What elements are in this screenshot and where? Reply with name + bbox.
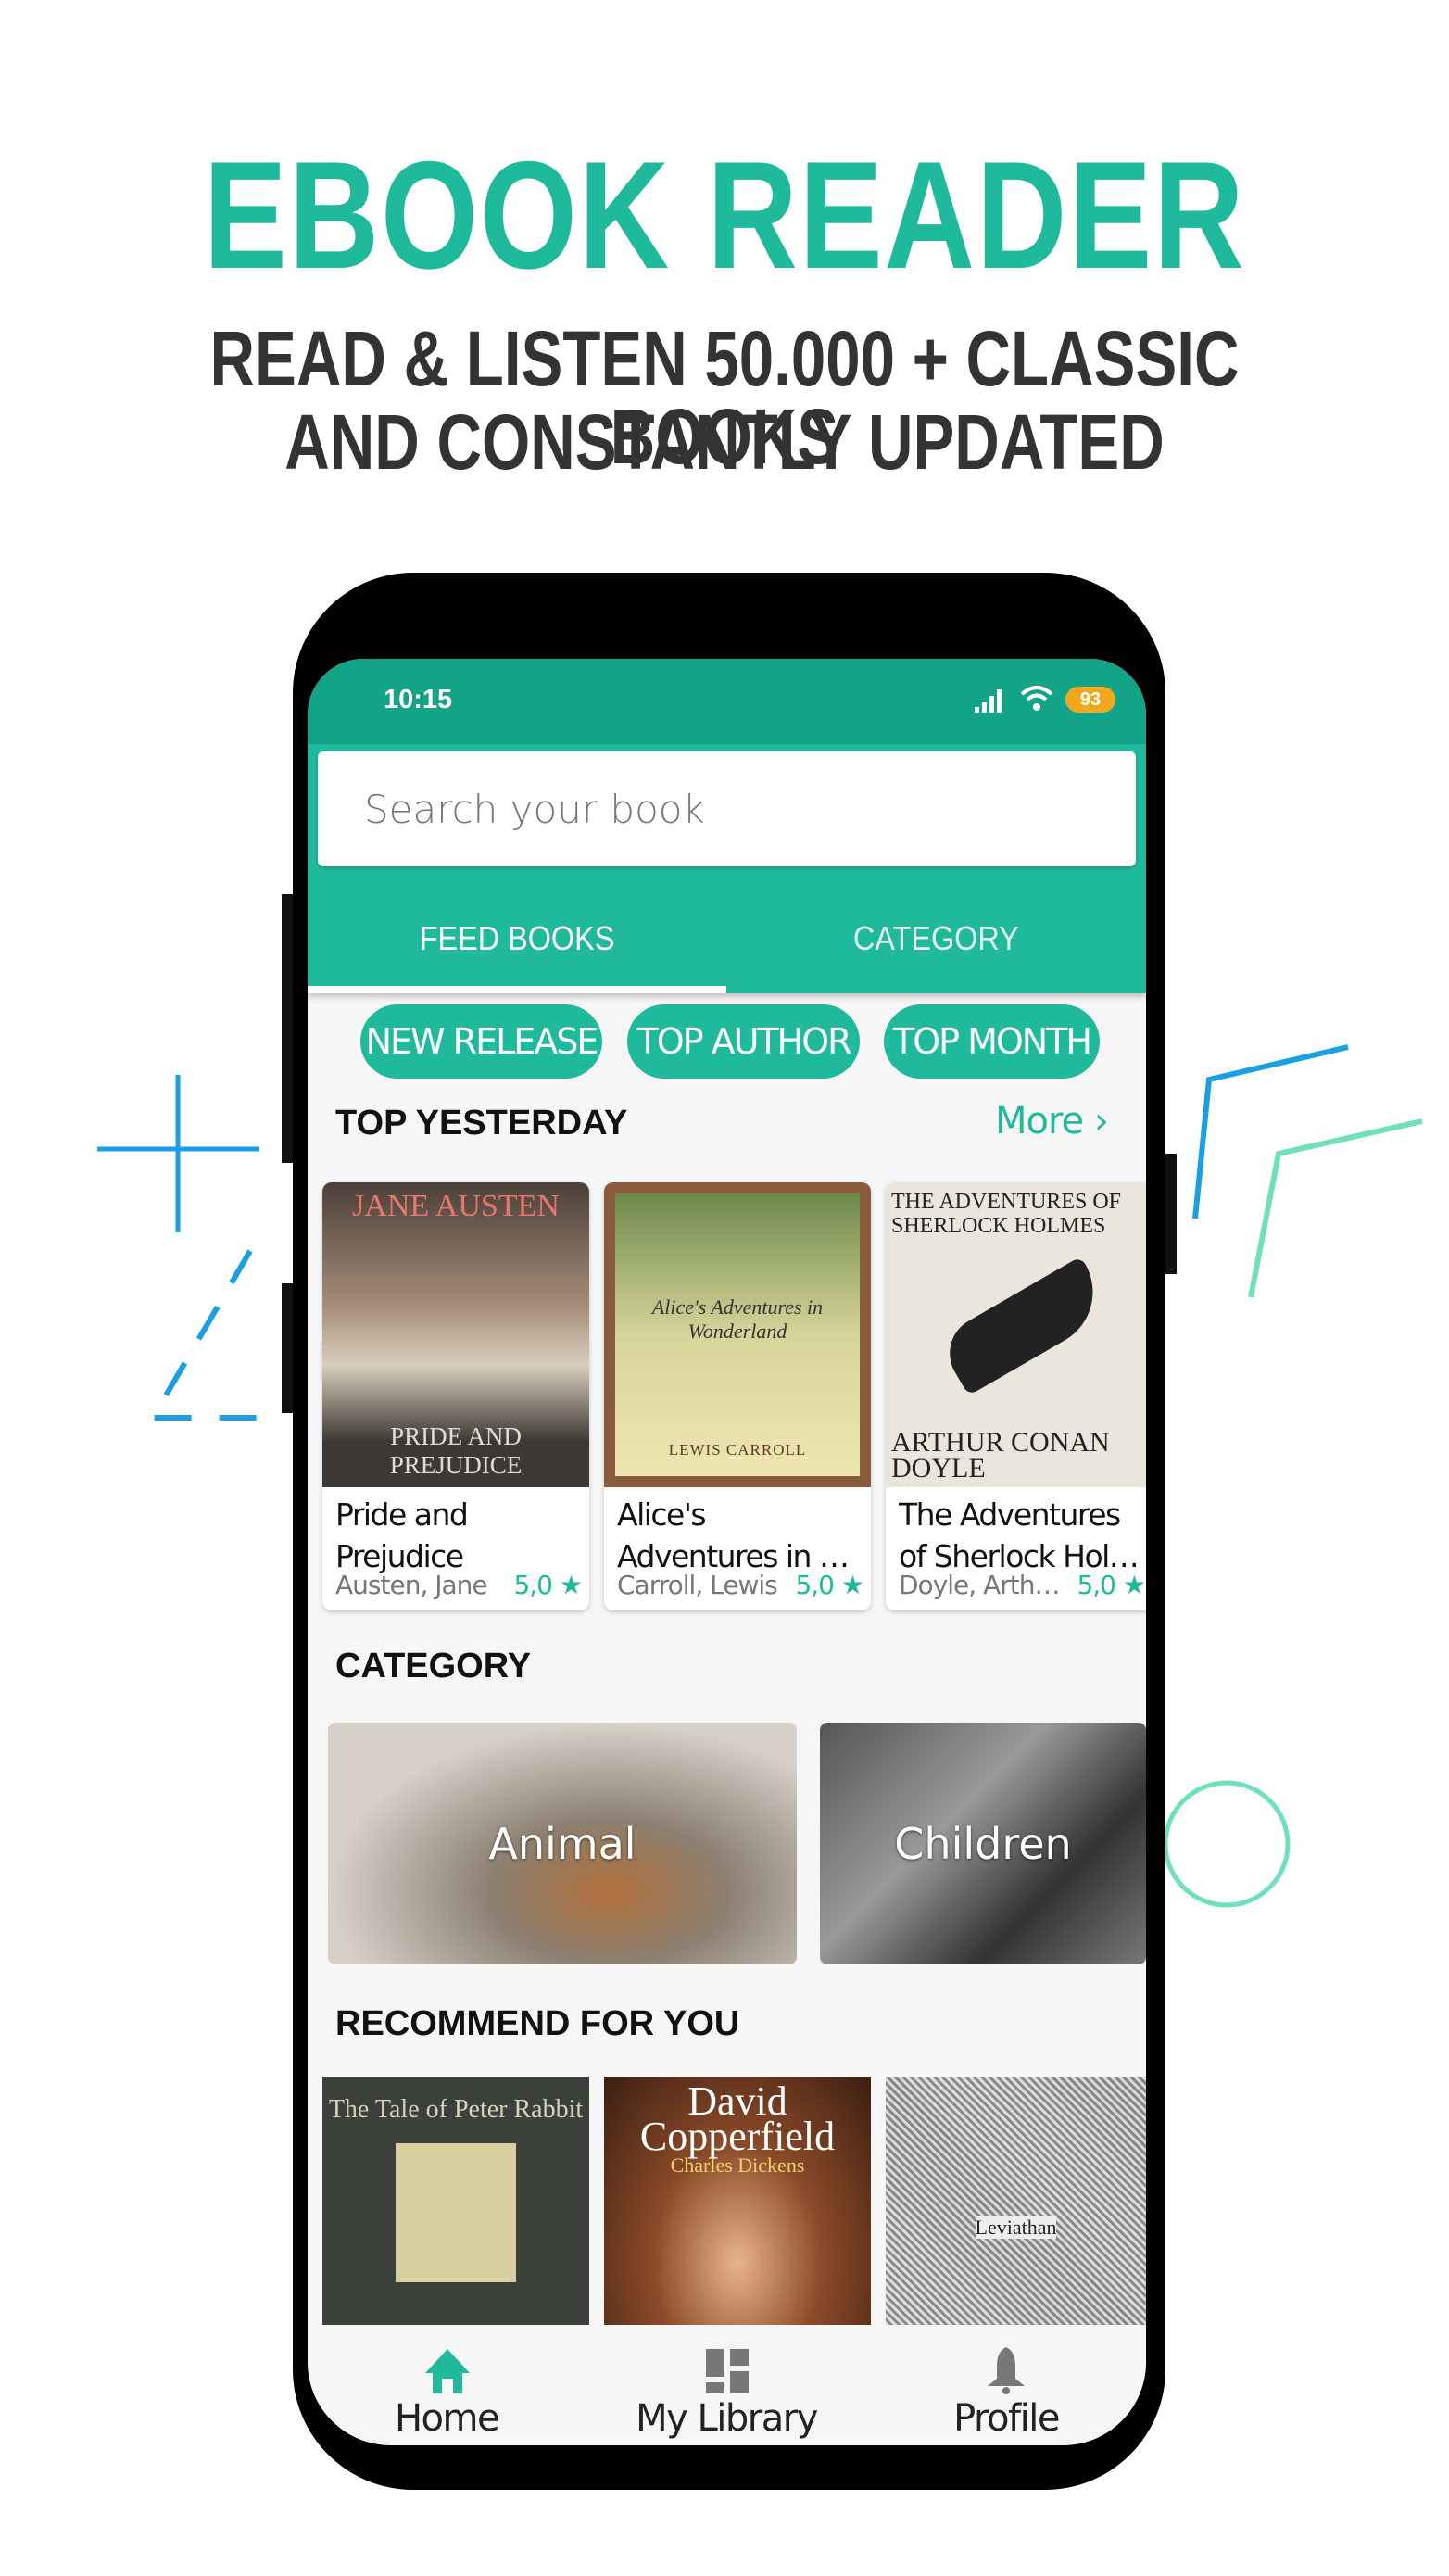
battery-icon: 93 <box>1065 687 1115 713</box>
cover-art: Alice's Adventures in Wonderland LEWIS C… <box>615 1193 860 1476</box>
section-heading-recommend: RECOMMEND FOR YOU <box>335 2004 740 2043</box>
cover-title: Leviathan <box>975 2216 1057 2239</box>
nav-home[interactable]: Home <box>308 2325 586 2445</box>
cover-title: THE ADVENTURES OF SHERLOCK HOLMES <box>891 1190 1122 1238</box>
triangle-decoration-icon <box>147 1249 278 1421</box>
promo-headline: EBOOK READER <box>203 130 1246 300</box>
more-label: More <box>995 1100 1084 1143</box>
book-author: Doyle, Arth… <box>899 1570 1060 1600</box>
line-decoration-icon <box>1248 1118 1423 1298</box>
home-icon <box>425 2349 470 2393</box>
book-card[interactable]: JANE AUSTEN PRIDE AND PREJUDICE Pride an… <box>322 1182 589 1610</box>
recommend-cover[interactable]: Leviathan <box>886 2077 1146 2325</box>
library-icon <box>706 2349 749 2393</box>
recommend-cover[interactable]: The Tale of Peter Rabbit <box>322 2077 589 2325</box>
book-cover: THE ADVENTURES OF SHERLOCK HOLMES ARTHUR… <box>886 1182 1146 1487</box>
app-bar: FEED BOOKS CATEGORY <box>308 744 1146 993</box>
cover-title: The Tale of Peter Rabbit <box>328 2095 584 2124</box>
recommend-cover[interactable]: David Copperfield Charles Dickens <box>604 2077 871 2325</box>
app-screen: 10:15 93 FEED BOOKS CATEGORY NEW RELEASE… <box>308 659 1146 2445</box>
wifi-icon <box>1020 686 1053 711</box>
circle-decoration-icon <box>1163 1780 1291 1908</box>
tab-feed-books[interactable]: FEED BOOKS <box>308 892 726 993</box>
cover-subtitle: PRIDE AND PREJUDICE <box>389 1422 523 1479</box>
side-button <box>282 1283 293 1413</box>
book-rating: 5,0 ★ <box>795 1570 864 1600</box>
status-time: 10:15 <box>384 685 453 714</box>
book-cover: Alice's Adventures in Wonderland LEWIS C… <box>604 1182 871 1487</box>
book-rating: 5,0 ★ <box>1077 1570 1146 1600</box>
bottom-nav: Home My Library Profile <box>308 2325 1146 2445</box>
promo-subtitle-2: AND CONSTANTLY UPDATED <box>284 398 1165 486</box>
cover-subtitle: ARTHUR CONAN DOYLE <box>891 1427 1110 1484</box>
book-title: Pride and Prejudice <box>335 1496 469 1574</box>
nav-my-library[interactable]: My Library <box>587 2325 865 2445</box>
book-title: Alice's Adventures in … <box>617 1496 850 1574</box>
chip-new-release[interactable]: NEW RELEASE <box>360 1004 602 1079</box>
tab-label: CATEGORY <box>852 919 1019 957</box>
volume-button <box>282 894 293 1163</box>
book-cover: JANE AUSTEN PRIDE AND PREJUDICE <box>322 1182 589 1487</box>
nav-label: My Library <box>636 2397 818 2440</box>
category-label: Children <box>894 1818 1072 1869</box>
tab-label: FEED BOOKS <box>419 919 615 957</box>
chip-top-month[interactable]: TOP MONTH <box>884 1004 1100 1079</box>
pipe-image <box>936 1256 1114 1396</box>
tab-indicator <box>308 986 726 993</box>
section-heading-category: CATEGORY <box>335 1647 532 1686</box>
cover-title: JANE AUSTEN <box>352 1189 560 1223</box>
chip-top-author[interactable]: TOP AUTHOR <box>627 1004 860 1079</box>
signal-icon <box>975 689 1002 713</box>
search-input[interactable] <box>318 751 1136 866</box>
nav-profile[interactable]: Profile <box>867 2325 1145 2445</box>
book-author: Austen, Jane <box>335 1570 488 1600</box>
category-tile-children[interactable]: Children <box>820 1723 1146 1964</box>
tab-category[interactable]: CATEGORY <box>726 892 1145 993</box>
book-card[interactable]: THE ADVENTURES OF SHERLOCK HOLMES ARTHUR… <box>886 1182 1146 1610</box>
power-button <box>1166 1154 1177 1274</box>
bell-icon <box>988 2347 1025 2394</box>
status-bar: 10:15 93 <box>308 659 1146 744</box>
nav-label: Home <box>394 2397 500 2440</box>
category-label: Animal <box>488 1818 636 1869</box>
book-title: The Adventures of Sherlock Hol… <box>899 1496 1140 1574</box>
category-tile-animal[interactable]: Animal <box>328 1723 797 1964</box>
rabbit-image <box>396 2143 516 2282</box>
cover-title: David Copperfield <box>639 2078 836 2159</box>
cover-subtitle: LEWIS CARROLL <box>668 1441 807 1458</box>
nav-label: Profile <box>953 2397 1060 2440</box>
book-rating: 5,0 ★ <box>513 1570 583 1600</box>
chevron-right-icon: › <box>1093 1100 1109 1143</box>
section-heading-top-yesterday: TOP YESTERDAY <box>335 1104 628 1143</box>
book-author: Carroll, Lewis <box>617 1570 778 1600</box>
cross-decoration-icon <box>97 1075 259 1232</box>
cover-title: Alice's Adventures in Wonderland <box>651 1295 824 1343</box>
more-link[interactable]: More › <box>995 1100 1109 1143</box>
book-card[interactable]: Alice's Adventures in Wonderland LEWIS C… <box>604 1182 871 1610</box>
